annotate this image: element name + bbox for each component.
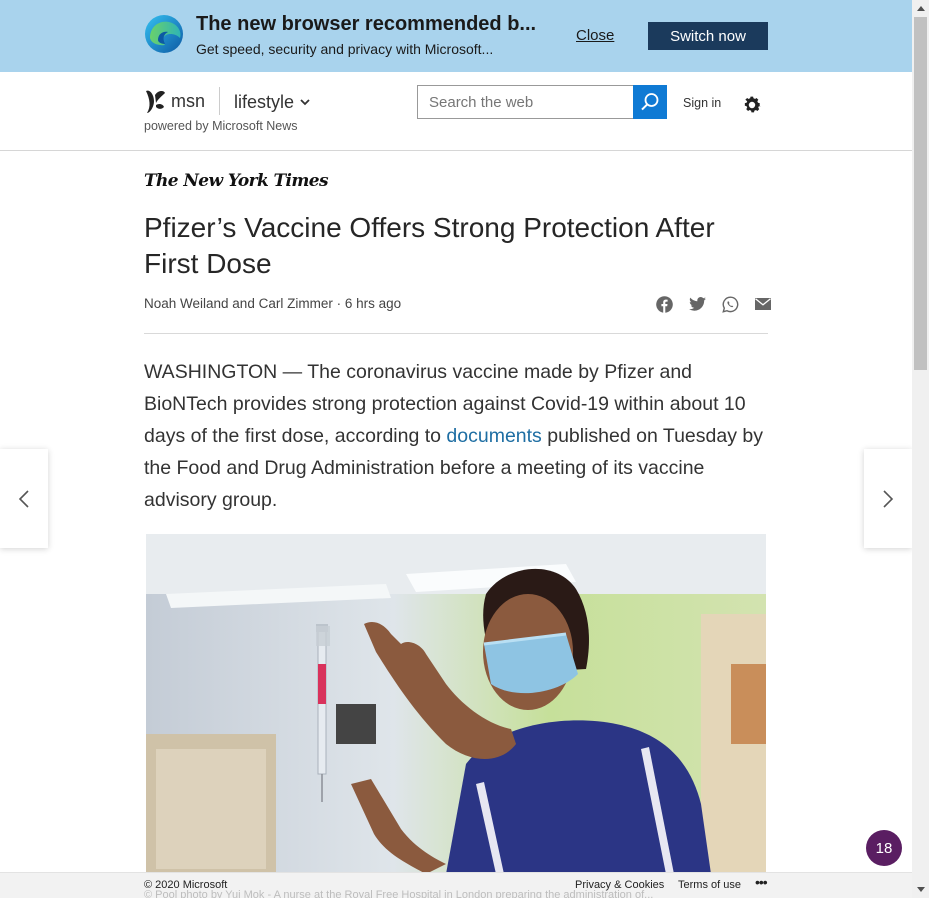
msn-butterfly-icon bbox=[146, 90, 165, 113]
copyright-text: © 2020 Microsoft bbox=[144, 879, 228, 891]
whatsapp-share-button[interactable] bbox=[721, 295, 739, 313]
gear-icon[interactable] bbox=[741, 94, 763, 116]
banner-close-link[interactable]: Close bbox=[576, 27, 614, 44]
article-byline: Noah Weiland and Carl Zimmer · 6 hrs ago bbox=[144, 296, 402, 311]
facebook-share-button[interactable] bbox=[655, 295, 673, 313]
chevron-down-icon bbox=[300, 99, 310, 106]
article-photo[interactable] bbox=[146, 534, 766, 874]
next-article-button[interactable] bbox=[864, 449, 912, 548]
category-dropdown[interactable]: lifestyle bbox=[234, 92, 310, 113]
whatsapp-icon bbox=[721, 295, 738, 313]
previous-article-button[interactable] bbox=[0, 449, 48, 548]
privacy-cookies-link[interactable]: Privacy & Cookies bbox=[575, 879, 664, 891]
scrollbar-thumb[interactable] bbox=[914, 17, 927, 370]
more-options-button[interactable]: ••• bbox=[755, 874, 768, 890]
banner-subtitle: Get speed, security and privacy with Mic… bbox=[196, 41, 494, 57]
powered-by-text: powered by Microsoft News bbox=[144, 119, 298, 133]
source-logo-nyt[interactable]: The New York Times bbox=[144, 171, 329, 191]
msn-brand-text: msn bbox=[171, 90, 206, 111]
search-input[interactable] bbox=[417, 85, 633, 119]
facebook-icon bbox=[655, 295, 673, 313]
chevron-left-icon bbox=[18, 489, 29, 508]
edge-promo-banner: The new browser recommended b... Get spe… bbox=[0, 0, 912, 72]
share-bar bbox=[655, 295, 772, 313]
email-share-button[interactable] bbox=[754, 295, 772, 313]
search-button[interactable] bbox=[633, 85, 667, 119]
category-label: lifestyle bbox=[234, 92, 295, 112]
byline-divider bbox=[144, 333, 768, 334]
article-headline: Pfizer’s Vaccine Offers Strong Protectio… bbox=[144, 212, 715, 279]
terms-of-use-link[interactable]: Terms of use bbox=[678, 879, 741, 891]
vertical-scrollbar[interactable] bbox=[912, 0, 929, 898]
notification-badge[interactable]: 18 bbox=[866, 830, 902, 866]
switch-now-button[interactable]: Switch now bbox=[648, 22, 768, 50]
mail-icon bbox=[755, 298, 771, 310]
scroll-up-arrow[interactable] bbox=[912, 0, 929, 17]
microsoft-edge-icon bbox=[145, 15, 183, 53]
msn-logo[interactable]: msn bbox=[144, 87, 205, 115]
scroll-down-arrow[interactable] bbox=[912, 881, 929, 898]
documents-link[interactable]: documents bbox=[446, 425, 541, 447]
article-lead-paragraph: WASHINGTON — The coronavirus vaccine mad… bbox=[144, 356, 772, 516]
sign-in-link[interactable]: Sign in bbox=[683, 96, 721, 110]
search-icon bbox=[641, 93, 659, 111]
header-divider bbox=[219, 87, 220, 115]
triangle-up-icon bbox=[916, 6, 925, 11]
banner-title: The new browser recommended b... bbox=[196, 13, 537, 35]
chevron-right-icon bbox=[883, 489, 894, 508]
msn-header: msn lifestyle powered by Microsoft News … bbox=[0, 72, 912, 151]
twitter-share-button[interactable] bbox=[688, 295, 706, 313]
twitter-icon bbox=[688, 297, 706, 311]
triangle-down-icon bbox=[916, 887, 925, 892]
page-footer: © Pool photo by Yui Mok - A nurse at the… bbox=[0, 872, 912, 898]
